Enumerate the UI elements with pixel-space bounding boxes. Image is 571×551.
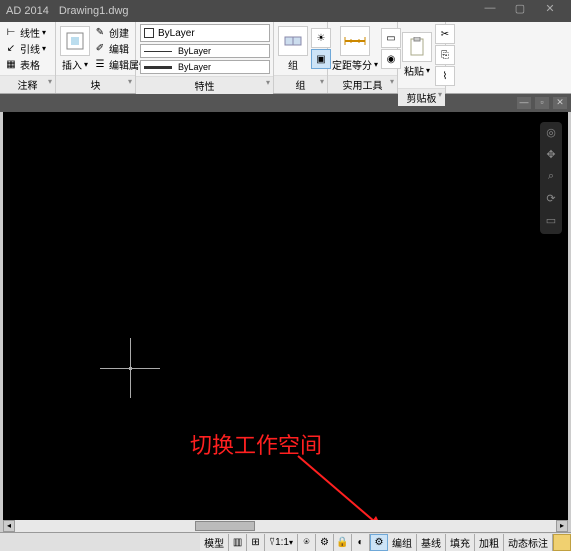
insert-block-button[interactable] bbox=[60, 26, 90, 56]
workspace-switch-button[interactable]: ⚙ bbox=[370, 534, 388, 551]
expand-icon[interactable]: ▾ bbox=[390, 77, 394, 86]
table-button[interactable]: ▦ 表格 bbox=[4, 57, 46, 72]
anno-scale[interactable]: ⍢ 1:1▾ bbox=[265, 534, 298, 551]
leader-icon: ↙ bbox=[4, 42, 18, 56]
nav-zoom-button[interactable]: ⌕ bbox=[543, 170, 559, 186]
ribbon: ⊢ 线性▾ ↙ 引线▾ ▦ 表格 注释 ▾ 插入▾ bbox=[0, 22, 571, 94]
nav-showmotion-button[interactable]: ▭ bbox=[543, 214, 559, 230]
close-button[interactable]: ✕ bbox=[535, 2, 565, 20]
status-bar: 模型 ▥ ⊞ ⍢ 1:1▾ ⍟ ⚙ 🔒 ◐ ⚙ 编组 基线 填充 加粗 动态标注 bbox=[0, 532, 571, 551]
measure-label: 定距等分▾ bbox=[332, 57, 378, 72]
crosshair-center-icon bbox=[129, 367, 132, 370]
ribbon-group-group: 组 ☀ ▣ 组 ▾ bbox=[274, 22, 328, 93]
ribbon-group-annotate: ⊢ 线性▾ ↙ 引线▾ ▦ 表格 注释 ▾ bbox=[0, 22, 56, 93]
group-toggle[interactable]: 编组 bbox=[388, 534, 417, 551]
cut-button[interactable]: ✂ bbox=[435, 24, 455, 44]
ribbon-group-block: 插入▾ ✎创建 ✐编辑 ☰编辑属性▾ 块 ▾ bbox=[56, 22, 136, 93]
brush-button[interactable]: ⌇ bbox=[435, 66, 455, 86]
nav-pan-button[interactable]: ✥ bbox=[543, 148, 559, 164]
line-swatch-icon bbox=[144, 51, 172, 52]
lineweight-combo[interactable]: ByLayer bbox=[140, 60, 270, 74]
panel-label-group: 组 ▾ bbox=[274, 75, 327, 93]
app-name: AD 2014 bbox=[6, 5, 49, 17]
panel-label-properties: 特性 ▾ bbox=[136, 76, 273, 94]
panel-label-annotate: 注释 ▾ bbox=[0, 75, 55, 93]
bold-toggle[interactable]: 加粗 bbox=[475, 534, 504, 551]
baseline-toggle[interactable]: 基线 bbox=[417, 534, 446, 551]
anno-visibility-button[interactable]: ⍟ bbox=[298, 534, 316, 551]
gear-icon: ⚙ bbox=[375, 537, 384, 548]
lock-button[interactable]: 🔒 bbox=[334, 534, 352, 551]
paste-label: 粘贴▾ bbox=[404, 63, 430, 78]
minimize-button[interactable]: — bbox=[475, 2, 505, 20]
fill-toggle[interactable]: 填充 bbox=[446, 534, 475, 551]
attr-icon: ☰ bbox=[93, 58, 107, 72]
nav-wheel-button[interactable]: ◎ bbox=[543, 126, 559, 142]
linear-icon: ⊢ bbox=[4, 26, 18, 40]
expand-icon[interactable]: ▾ bbox=[266, 78, 270, 87]
maximize-button[interactable]: ▢ bbox=[505, 2, 535, 20]
insert-label: 插入▾ bbox=[62, 57, 88, 72]
scroll-right-button[interactable]: ▸ bbox=[556, 520, 568, 532]
scroll-thumb[interactable] bbox=[195, 521, 255, 531]
table-icon: ▦ bbox=[4, 58, 18, 72]
copy-button[interactable]: ⎘ bbox=[435, 45, 455, 65]
layer-combo[interactable]: ByLayer bbox=[140, 24, 270, 42]
layout-quick-button[interactable]: ▥ bbox=[229, 534, 247, 551]
linetype-combo[interactable]: ByLayer bbox=[140, 44, 270, 58]
model-tab[interactable]: 模型 bbox=[200, 534, 229, 551]
measure-button[interactable] bbox=[340, 26, 370, 56]
scroll-track[interactable] bbox=[15, 520, 556, 532]
expand-icon[interactable]: ▾ bbox=[48, 77, 52, 86]
panel-label-block: 块 ▾ bbox=[56, 75, 135, 93]
nav-orbit-button[interactable]: ⟳ bbox=[543, 192, 559, 208]
document-name: Drawing1.dwg bbox=[59, 5, 129, 17]
ribbon-group-clipboard: 粘贴▾ ✂ ⎘ ⌇ 剪贴板 ▾ bbox=[398, 22, 446, 93]
doc-close-button[interactable]: ✕ bbox=[553, 97, 567, 109]
expand-icon[interactable]: ▾ bbox=[438, 90, 442, 99]
leader-button[interactable]: ↙ 引线▾ bbox=[4, 41, 46, 56]
anno-auto-button[interactable]: ⚙ bbox=[316, 534, 334, 551]
expand-icon[interactable]: ▾ bbox=[320, 77, 324, 86]
drawing-canvas[interactable]: ◎ ✥ ⌕ ⟳ ▭ bbox=[3, 112, 568, 520]
doc-window-controls: — ▫ ✕ bbox=[0, 94, 571, 112]
scroll-left-button[interactable]: ◂ bbox=[3, 520, 15, 532]
tray-button[interactable] bbox=[553, 534, 571, 551]
weight-swatch-icon bbox=[144, 66, 172, 69]
ribbon-group-properties: ByLayer ByLayer ByLayer 特性 ▾ bbox=[136, 22, 274, 93]
doc-restore-button[interactable]: ▫ bbox=[535, 97, 549, 109]
title-bar: AD 2014 Drawing1.dwg — ▢ ✕ bbox=[0, 0, 571, 22]
doc-minimize-button[interactable]: — bbox=[517, 97, 531, 109]
isolate-button[interactable]: ◐ bbox=[352, 534, 370, 551]
group-label: 组 bbox=[288, 57, 298, 72]
color-swatch-icon bbox=[144, 28, 154, 38]
ribbon-group-utilities: 定距等分▾ ▭ ◉ 实用工具 ▾ bbox=[328, 22, 398, 93]
dyn-dim-toggle[interactable]: 动态标注 bbox=[504, 534, 553, 551]
group-button[interactable] bbox=[278, 26, 308, 56]
paste-button[interactable] bbox=[402, 32, 432, 62]
layout-grid-button[interactable]: ⊞ bbox=[247, 534, 265, 551]
panel-label-clipboard: 剪贴板 ▾ bbox=[398, 88, 445, 106]
navigation-bar: ◎ ✥ ⌕ ⟳ ▭ bbox=[540, 122, 562, 234]
linear-dim-button[interactable]: ⊢ 线性▾ bbox=[4, 25, 46, 40]
horizontal-scrollbar[interactable]: ◂ ▸ bbox=[3, 520, 568, 532]
expand-icon[interactable]: ▾ bbox=[128, 77, 132, 86]
create-icon: ✎ bbox=[93, 26, 107, 40]
panel-label-utilities: 实用工具 ▾ bbox=[328, 75, 397, 93]
edit-icon: ✐ bbox=[93, 42, 107, 56]
